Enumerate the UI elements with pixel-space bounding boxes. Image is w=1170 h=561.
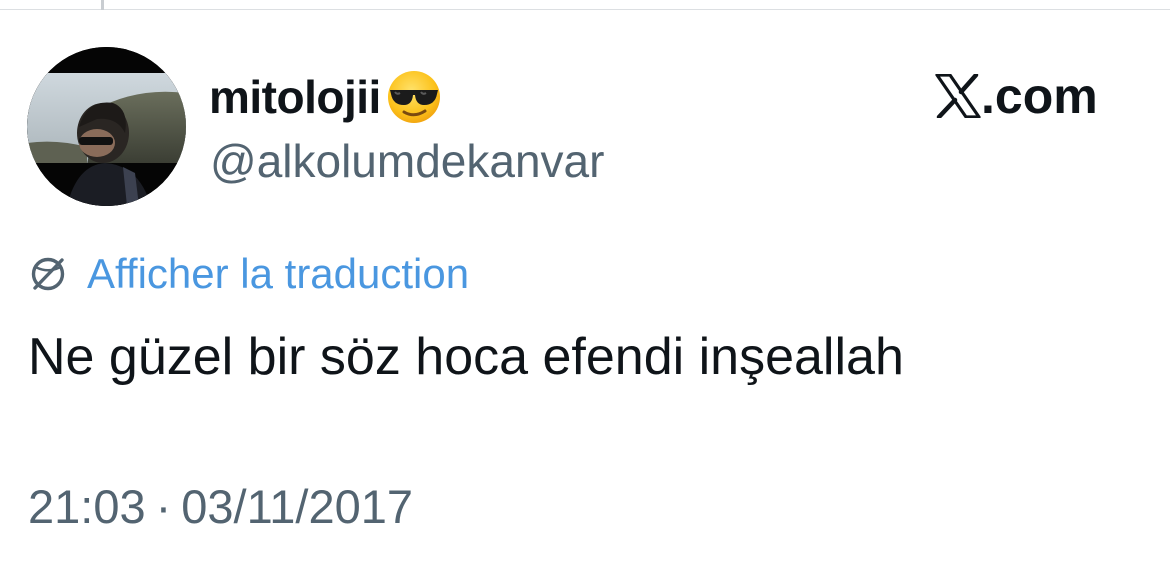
tweet-text: Ne güzel bir söz hoca efendi inşeallah (28, 328, 904, 386)
translate-globe-icon (28, 254, 68, 294)
top-divider (0, 9, 1170, 10)
avatar-photo (27, 47, 186, 206)
show-translation-link[interactable]: Afficher la traduction (87, 253, 469, 295)
tweet-date: 03/11/2017 (181, 480, 414, 533)
display-name[interactable]: mitolojii (209, 74, 381, 120)
display-name-row: mitolojii (209, 64, 443, 130)
timestamp-separator: · (155, 480, 172, 533)
tweet-time: 21:03 (28, 480, 146, 533)
translate-row[interactable]: Afficher la traduction (28, 248, 469, 300)
brand-watermark: .com (935, 64, 1098, 128)
brand-domain-text: .com (981, 68, 1098, 124)
x-logo-icon (935, 72, 981, 120)
tweet-timestamp[interactable]: 21:03 · 03/11/2017 (28, 479, 413, 535)
tweet-screenshot: mitolojii @alkolumdekanvar .com Afficher… (0, 0, 1170, 561)
user-handle[interactable]: @alkolumdekanvar (210, 134, 604, 189)
sunglasses-face-emoji-icon (385, 68, 443, 126)
avatar[interactable] (27, 47, 186, 206)
top-divider-tick (101, 0, 104, 10)
